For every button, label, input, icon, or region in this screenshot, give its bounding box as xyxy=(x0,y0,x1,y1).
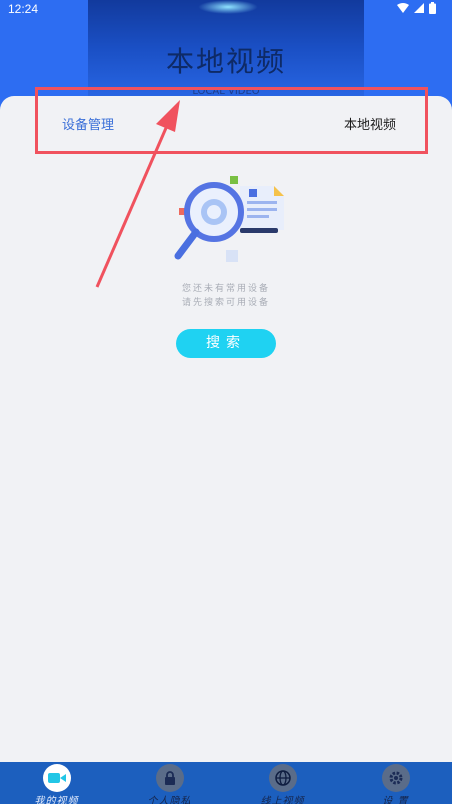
page-title: 本地视频 xyxy=(165,45,286,78)
video-camera-icon xyxy=(42,764,71,792)
wifi-icon xyxy=(397,3,409,13)
highlight-box xyxy=(35,87,428,154)
bottom-navigation: 我的视频 个人隐私 线上视频 设 置 xyxy=(0,762,452,804)
magnifier-document-icon xyxy=(174,176,284,262)
nav-my-videos[interactable]: 我的视频 xyxy=(0,762,113,804)
nav-privacy[interactable]: 个人隐私 xyxy=(113,762,226,804)
battery-icon xyxy=(429,2,436,14)
empty-state-line2: 请先搜索可用设备 xyxy=(181,298,270,308)
search-button[interactable]: 搜索 xyxy=(176,329,276,358)
signal-icon xyxy=(414,3,424,13)
gear-icon xyxy=(381,764,410,792)
nav-label: 我的视频 xyxy=(34,796,79,804)
nav-label: 个人隐私 xyxy=(147,796,192,804)
nav-settings[interactable]: 设 置 xyxy=(339,762,452,804)
lock-icon xyxy=(155,764,184,792)
status-time: 12:24 xyxy=(8,2,39,16)
globe-icon xyxy=(268,764,297,792)
status-bar: 12:24 xyxy=(0,0,452,18)
empty-state-line1: 您还未有常用设备 xyxy=(181,284,270,294)
nav-online-videos[interactable]: 线上视频 xyxy=(226,762,339,804)
status-icons xyxy=(397,2,436,14)
nav-label: 设 置 xyxy=(382,796,409,804)
nav-label: 线上视频 xyxy=(260,796,305,804)
